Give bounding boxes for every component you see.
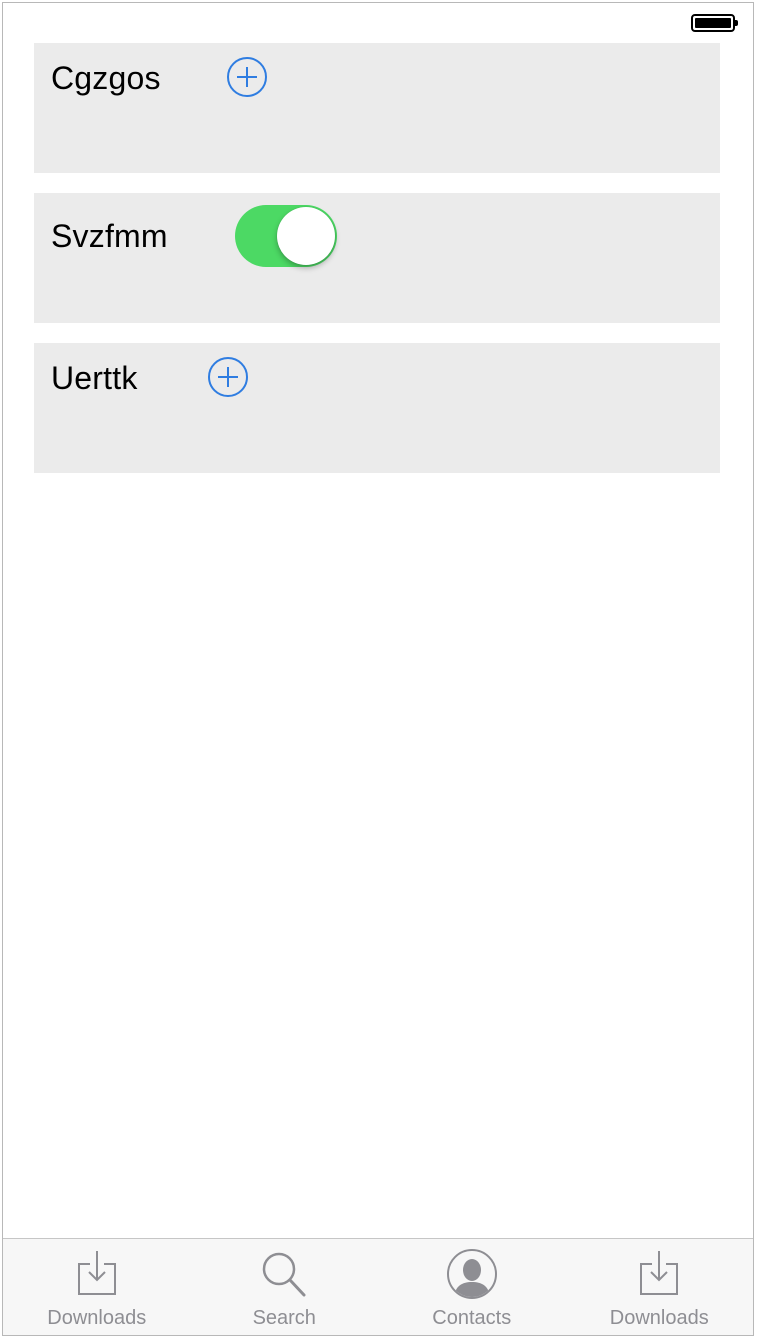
battery-full-icon [691,14,738,32]
card-label: Uerttk [51,360,138,396]
search-icon [263,1252,306,1297]
tab-downloads-2[interactable]: Downloads [566,1239,754,1335]
tab-label: Downloads [609,1307,709,1329]
tab-label: Downloads [47,1307,147,1329]
card-uerttk: Uerttk [34,343,720,473]
contacts-icon [446,1249,497,1299]
toggle-switch[interactable] [235,205,337,267]
add-circle-icon[interactable] [208,357,248,397]
tab-downloads[interactable]: Downloads [3,1239,191,1335]
download-icon [77,1251,116,1295]
card-label: Svzfmm [51,218,168,254]
card-cgzgos: Cgzgos [34,43,720,173]
add-circle-icon[interactable] [227,57,267,97]
status-bar [3,3,753,43]
download-icon [640,1251,679,1295]
app-screen: Cgzgos Svzfmm Uerttk Downloads Search Co… [2,2,754,1336]
toggle-knob [277,207,335,265]
tab-label: Contacts [432,1307,512,1329]
tab-bar: Downloads Search Contacts Downloads [3,1238,753,1335]
card-svzfmm: Svzfmm [34,193,720,323]
tab-search[interactable]: Search [191,1239,379,1335]
card-label: Cgzgos [51,60,161,96]
tab-contacts[interactable]: Contacts [378,1239,566,1335]
tab-label: Search [252,1307,316,1329]
